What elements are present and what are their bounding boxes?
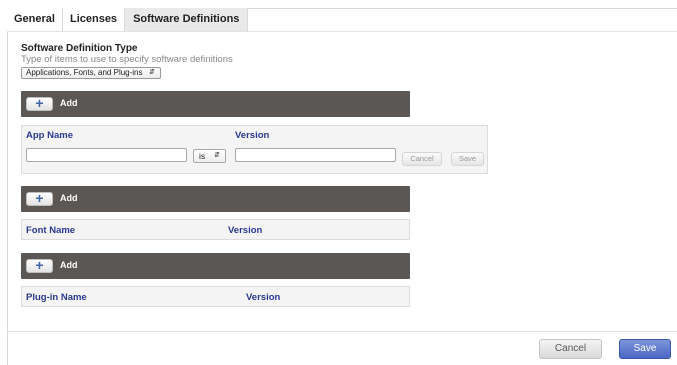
app-operator-value: is <box>199 151 206 161</box>
definition-type-value: Applications, Fonts, and Plug-ins <box>26 68 143 77</box>
definition-type-select[interactable]: Applications, Fonts, and Plug-ins ⇵ <box>21 67 161 79</box>
up-down-arrow-icon: ⇵ <box>149 69 155 76</box>
plugins-add-label: Add <box>60 260 78 270</box>
app-row-cancel-button[interactable]: Cancel <box>402 152 442 166</box>
cancel-button[interactable]: Cancel <box>539 339 602 359</box>
plus-icon: + <box>35 190 44 206</box>
apps-add-bar: + Add <box>21 91 410 117</box>
up-down-arrow-icon: ⇵ <box>214 152 220 159</box>
fonts-add-label: Add <box>60 193 78 203</box>
app-row-save-button[interactable]: Save <box>451 152 484 166</box>
font-name-header: Font Name <box>26 225 76 236</box>
app-version-input[interactable] <box>235 148 396 162</box>
footer-divider <box>7 331 677 332</box>
plugins-table: Plug-in Name Version <box>21 286 410 307</box>
plugins-add-button[interactable]: + <box>26 257 53 273</box>
apps-add-button[interactable]: + <box>26 95 53 111</box>
definition-type-subtitle: Type of items to use to specify software… <box>21 54 233 65</box>
fonts-add-button[interactable]: + <box>26 190 53 206</box>
app-operator-select[interactable]: is ⇵ <box>193 149 226 163</box>
save-button[interactable]: Save <box>619 339 671 359</box>
fonts-add-bar: + Add <box>21 186 410 212</box>
plugins-add-bar: + Add <box>21 253 410 279</box>
tab-general[interactable]: General <box>7 8 63 32</box>
app-name-input[interactable] <box>26 148 187 162</box>
app-version-header: Version <box>235 130 270 141</box>
apps-add-label: Add <box>60 98 78 108</box>
app-name-header: App Name <box>26 130 73 141</box>
tab-divider <box>7 31 677 32</box>
tab-software-definitions[interactable]: Software Definitions <box>125 8 249 32</box>
apps-table: App Name Version is ⇵ Cancel Save <box>21 125 488 174</box>
font-version-header: Version <box>228 225 263 236</box>
plus-icon: + <box>35 257 44 273</box>
plus-icon: + <box>35 95 44 111</box>
fonts-table: Font Name Version <box>21 219 410 240</box>
definition-type-title: Software Definition Type <box>21 43 138 54</box>
plugin-name-header: Plug-in Name <box>26 292 87 303</box>
tab-bar: General Licenses Software Definitions <box>7 8 249 32</box>
tab-licenses[interactable]: Licenses <box>62 8 126 32</box>
plugin-version-header: Version <box>246 292 281 303</box>
